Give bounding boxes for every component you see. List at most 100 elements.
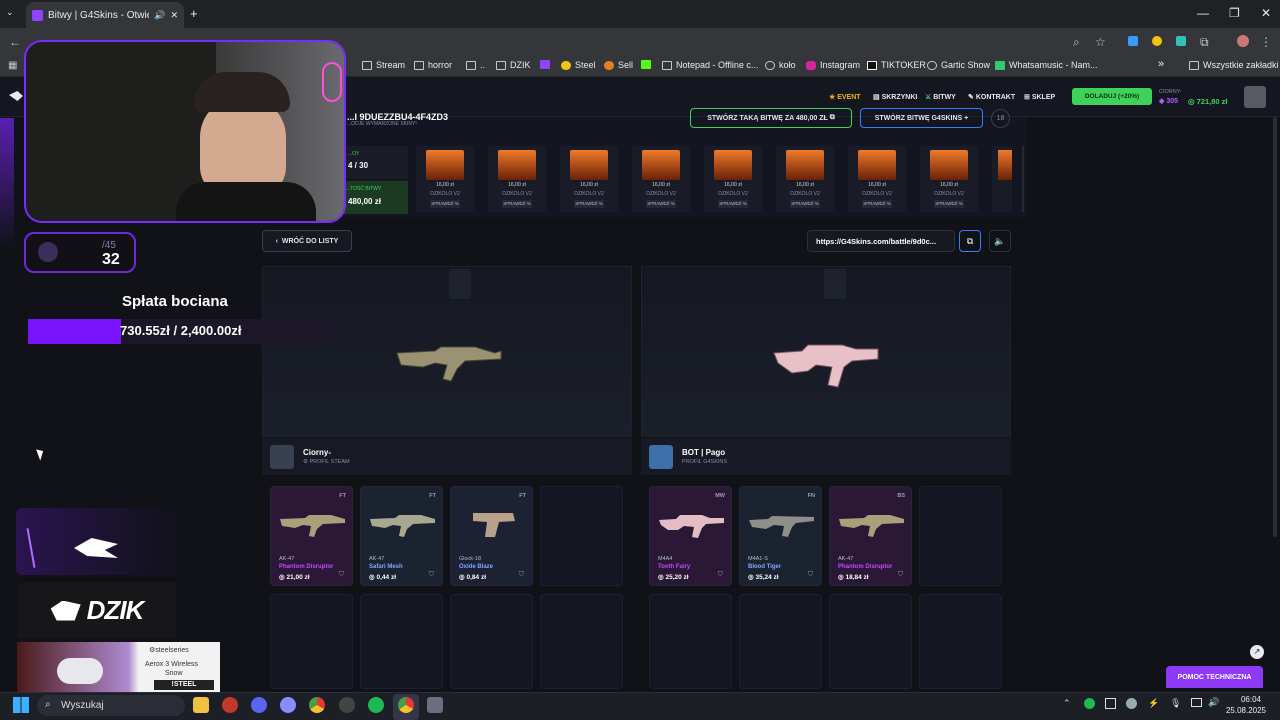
extension-icon[interactable] [1128,36,1138,46]
case-card[interactable]: 16,00 zł DZIKOLO V2 SPRAWDŹ % [704,146,762,212]
bookmark-stream[interactable]: Stream [362,60,405,70]
brave-icon[interactable] [222,697,238,713]
nav-bitwy[interactable]: ⚔ BITWY [925,93,956,101]
tray-volume-icon[interactable]: 🔊 [1208,697,1219,708]
player-card[interactable]: Ciorny- ⚙ PROFIL STEAM [262,438,632,475]
case-check-button[interactable]: SPRAWDŹ % [862,200,892,208]
bookmark-horror[interactable]: horror [414,60,452,70]
tab-audio-icon[interactable]: 🔊 [154,10,165,21]
won-item-card[interactable]: FT Glock-18 Oxide Blaze ◎ 0,84 zł ⛉ [450,486,533,586]
case-card[interactable]: 16,00 zł DZIKOLO V2 SPRAWDŹ % [560,146,618,212]
bookmark-whatsamusic[interactable]: Whatsamusic - Nam... [995,60,1098,70]
minimize-button[interactable]: — [1197,6,1209,20]
bookmark-gartic[interactable]: Gartic Show [927,60,990,70]
case-check-button[interactable]: SPRAWDŹ % [790,200,820,208]
bookmarks-overflow[interactable]: » [1158,58,1164,70]
app-icon[interactable] [427,697,443,713]
shield-icon[interactable]: ⛉ [808,571,813,579]
copy-link-button[interactable]: ⧉ [959,230,981,252]
create-g4skins-battle-button[interactable]: STWÓRZ BITWĘ G4SKINS + [860,108,983,128]
bookmark-steel[interactable]: Steel [561,60,596,70]
case-card[interactable]: 16,00 zł DZIKOLO V2 SPRAWDŹ % [632,146,690,212]
won-item-card[interactable]: FT AK-47 Phantom Disruptor ◎ 21,00 zł ⛉ [270,486,353,586]
bookmark-tiktoker[interactable]: TIKTOKER [867,60,926,70]
bookmark-dzik[interactable]: DZIK [496,60,531,70]
tray-spotify-icon[interactable] [1084,698,1095,709]
extensions-puzzle-icon[interactable]: ⧉ [1200,35,1209,50]
tray-steam-icon[interactable] [1126,698,1137,709]
won-item-card[interactable]: MW M4A4 Tooth Fairy ◎ 25,20 zł ⛉ [649,486,732,586]
bookmark-star-icon[interactable]: ☆ [1095,35,1106,49]
nav-event[interactable]: ★ EVENT [829,93,861,101]
extension-icon[interactable] [1152,36,1162,46]
create-same-battle-button[interactable]: STWÓRZ TAKĄ BITWĘ ZA 480,00 ZŁ ⧉ [690,108,852,128]
case-check-button[interactable]: SPRAWDŹ % [574,200,604,208]
close-window-button[interactable]: ✕ [1261,6,1271,20]
compass-icon[interactable]: ↗ [1250,645,1264,659]
extension-icon[interactable] [1176,36,1186,46]
shield-icon[interactable]: ⛉ [429,571,434,579]
case-card[interactable]: 16,00 zł DZIKOLO V2 SPRAWDŹ % [416,146,474,212]
new-tab-button[interactable]: + [190,6,198,21]
strip-scrollbar[interactable] [1022,146,1024,212]
bot-card[interactable]: BOT | Pago PROFIL G4SKINS [641,438,1011,475]
file-explorer-icon[interactable] [193,697,209,713]
bookmark-notepad[interactable]: Notepad - Offline c... [662,60,758,70]
tray-mic-icon[interactable]: 🎙 [1170,698,1181,709]
profile-avatar[interactable] [1237,35,1249,47]
user-avatar[interactable] [1244,86,1266,108]
tray-monitor-icon[interactable] [1191,698,1202,707]
shield-icon[interactable]: ⛉ [898,571,903,579]
shield-icon[interactable]: ⛉ [718,571,723,579]
all-bookmarks[interactable]: Wszystkie zakładki [1189,60,1279,70]
tab-close-icon[interactable]: ✕ [170,10,178,21]
taskbar-search[interactable]: ⌕ Wyszukaj [37,695,185,716]
shield-icon[interactable]: ⛉ [339,571,344,579]
obs-icon[interactable] [339,697,355,713]
maximize-button[interactable]: ❐ [1229,6,1240,20]
back-icon[interactable]: ← [9,35,21,49]
bookmark-kolo[interactable]: koło [765,60,796,70]
nav-skrzynki[interactable]: ▤ SKRZYNKI [873,93,917,101]
case-check-button[interactable]: SPRAWDŹ % [718,200,748,208]
case-card[interactable]: 16,00 zł DZIKOLO V2 SPRAWDŹ % [488,146,546,212]
case-card[interactable]: 16,00 zł DZIKOLO V2 SPRAWDŹ % [848,146,906,212]
menu-icon[interactable]: ⋮ [1260,35,1272,49]
tray-chevron-icon[interactable]: ⌃ [1063,698,1071,709]
tray-network-icon[interactable]: ⚡ [1148,698,1159,709]
case-check-button[interactable]: SPRAWDŹ % [502,200,532,208]
nav-kontrakt[interactable]: ✎ KONTRAKT [968,93,1015,101]
sound-toggle-button[interactable]: 🔈 [989,230,1011,252]
case-check-button[interactable]: SPRAWDŹ % [934,200,964,208]
case-check-button[interactable]: SPRAWDŹ % [430,200,460,208]
bookmark-g4skins[interactable] [540,60,550,69]
bot-profile-link[interactable]: PROFIL G4SKINS [682,459,727,465]
chrome-icon[interactable] [309,697,325,713]
taskbar-date[interactable]: 25.08.2025 [1221,706,1266,715]
deposit-button[interactable]: DOLADUJ (+20%) [1072,88,1152,105]
shield-icon[interactable]: ⛉ [519,571,524,579]
case-card[interactable]: 16,00 zł DZIKOLO V2 SPRAWDŹ % [776,146,834,212]
taskbar-time[interactable]: 06:04 [1231,695,1261,704]
won-item-card[interactable]: FN M4A1-S Blood Tiger ◎ 35,24 zł ⛉ [739,486,822,586]
chrome-active-icon[interactable] [398,697,414,713]
bookmark-instagram[interactable]: Instagram [806,60,860,70]
tab-search-button[interactable]: ⌄ [6,7,14,18]
bookmark-kick[interactable] [641,60,651,69]
support-button[interactable]: POMOC TECHNICZNA [1166,666,1263,688]
page-scrollbar[interactable] [1273,117,1277,537]
spotify-icon[interactable] [368,697,384,713]
steam-profile-link[interactable]: ⚙ PROFIL STEAM [303,459,350,465]
tray-display-icon[interactable] [1105,698,1116,709]
case-check-button[interactable]: SPRAWDŹ % [646,200,676,208]
browser-tab[interactable]: Bitwy | G4Skins - Otwieraj s 🔊 ✕ [26,2,184,28]
case-card[interactable]: 16,00 zł DZIKOLO V2 SPRAWDŹ % [920,146,978,212]
zoom-icon[interactable]: ⌕ [1073,35,1080,50]
bookmark-folder[interactable]: .. [466,60,485,70]
apps-grid-icon[interactable]: ▦ [8,60,17,71]
app-icon[interactable] [280,697,296,713]
nav-sklep[interactable]: ⊞ SKLEP [1024,93,1055,101]
back-to-list-button[interactable]: ‹ WRÓĆ DO LISTY [262,230,352,252]
case-card-partial[interactable] [992,146,1012,212]
won-item-card[interactable]: BS AK-47 Phantom Disruptor ◎ 18,84 zł ⛉ [829,486,912,586]
